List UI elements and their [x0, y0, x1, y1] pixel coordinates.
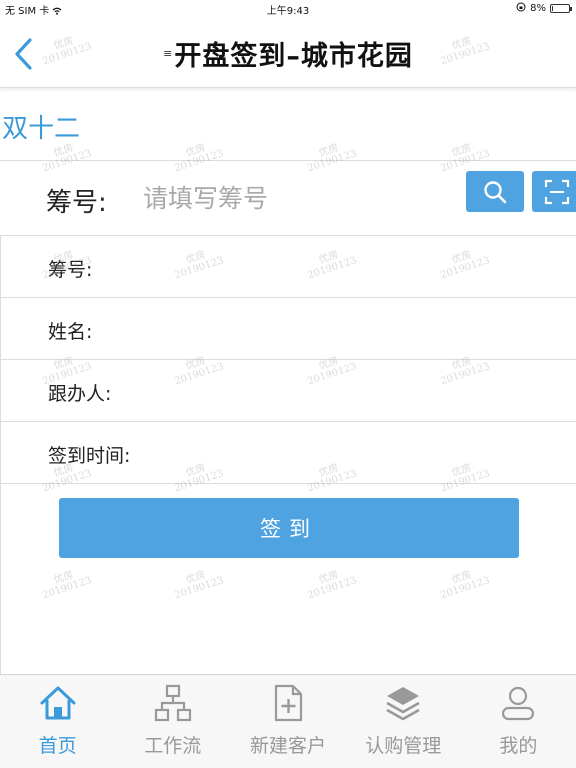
- project-label: 双十二: [2, 114, 81, 144]
- form-row-follower: 跟办人:: [1, 360, 576, 422]
- new-customer-icon: [274, 684, 303, 722]
- signin-info-form: 筹号: 姓名: 跟办人: 签到时间:: [0, 236, 576, 484]
- ticket-number-input[interactable]: [143, 178, 453, 218]
- signin-time-label: 签到时间:: [48, 445, 131, 467]
- scan-icon: [544, 179, 570, 204]
- search-icon: [484, 180, 507, 203]
- form-row-name: 姓名:: [1, 298, 576, 360]
- tab-subscription[interactable]: 认购管理: [346, 675, 461, 768]
- status-bar: 无 SIM 卡 上午9:43 8%: [0, 0, 576, 18]
- search-label: 筹号:: [46, 188, 107, 218]
- tab-home-label: 首页: [38, 735, 77, 757]
- battery-icon: [550, 4, 572, 13]
- watermark: 优房20190123: [41, 569, 94, 602]
- tab-mine-label: 我的: [499, 735, 538, 757]
- tab-subscription-label: 认购管理: [365, 735, 442, 757]
- status-right: 8%: [516, 2, 572, 15]
- tab-mine[interactable]: 我的: [461, 675, 576, 768]
- watermark: 优房20190123: [439, 142, 492, 175]
- watermark: 优房20190123: [173, 569, 226, 602]
- tab-bar: 首页 工作流 新建客户 认购管理 我的: [0, 674, 576, 768]
- battery-percent: 8%: [530, 3, 546, 14]
- tab-new-customer[interactable]: 新建客户: [230, 675, 345, 768]
- watermark: 优房20190123: [173, 142, 226, 175]
- battery-fill: [552, 6, 553, 11]
- scan-button[interactable]: [532, 171, 576, 212]
- status-time: 上午9:43: [266, 6, 310, 17]
- form-row-signin-time: 签到时间:: [1, 422, 576, 484]
- content-left-border: [0, 484, 1, 674]
- navigation-bar: ≡开盘签到–城市花园: [0, 18, 576, 88]
- layers-icon: [386, 687, 420, 721]
- orientation-lock-icon: [516, 2, 526, 15]
- user-icon: [502, 686, 535, 721]
- watermark: 优房20190123: [306, 142, 359, 175]
- search-button[interactable]: [466, 171, 524, 212]
- tab-new-customer-label: 新建客户: [250, 735, 327, 757]
- workflow-icon: [154, 684, 191, 722]
- page-title: 开盘签到–城市花园: [174, 41, 413, 72]
- tab-home[interactable]: 首页: [0, 675, 115, 768]
- name-label: 姓名:: [48, 321, 93, 343]
- watermark: 优房20190123: [306, 569, 359, 602]
- follower-label: 跟办人:: [48, 383, 112, 405]
- form-row-ticket: 筹号:: [1, 236, 576, 298]
- tab-workflow[interactable]: 工作流: [115, 675, 230, 768]
- watermark: 优房20190123: [439, 569, 492, 602]
- tab-workflow-label: 工作流: [144, 735, 202, 757]
- divider: [0, 160, 576, 161]
- nav-title-container: ≡开盘签到–城市花园: [0, 34, 576, 73]
- home-icon: [40, 686, 76, 720]
- ticket-label: 筹号:: [48, 259, 93, 281]
- signin-button[interactable]: 签到: [59, 498, 519, 558]
- menu-icon: ≡: [163, 47, 173, 60]
